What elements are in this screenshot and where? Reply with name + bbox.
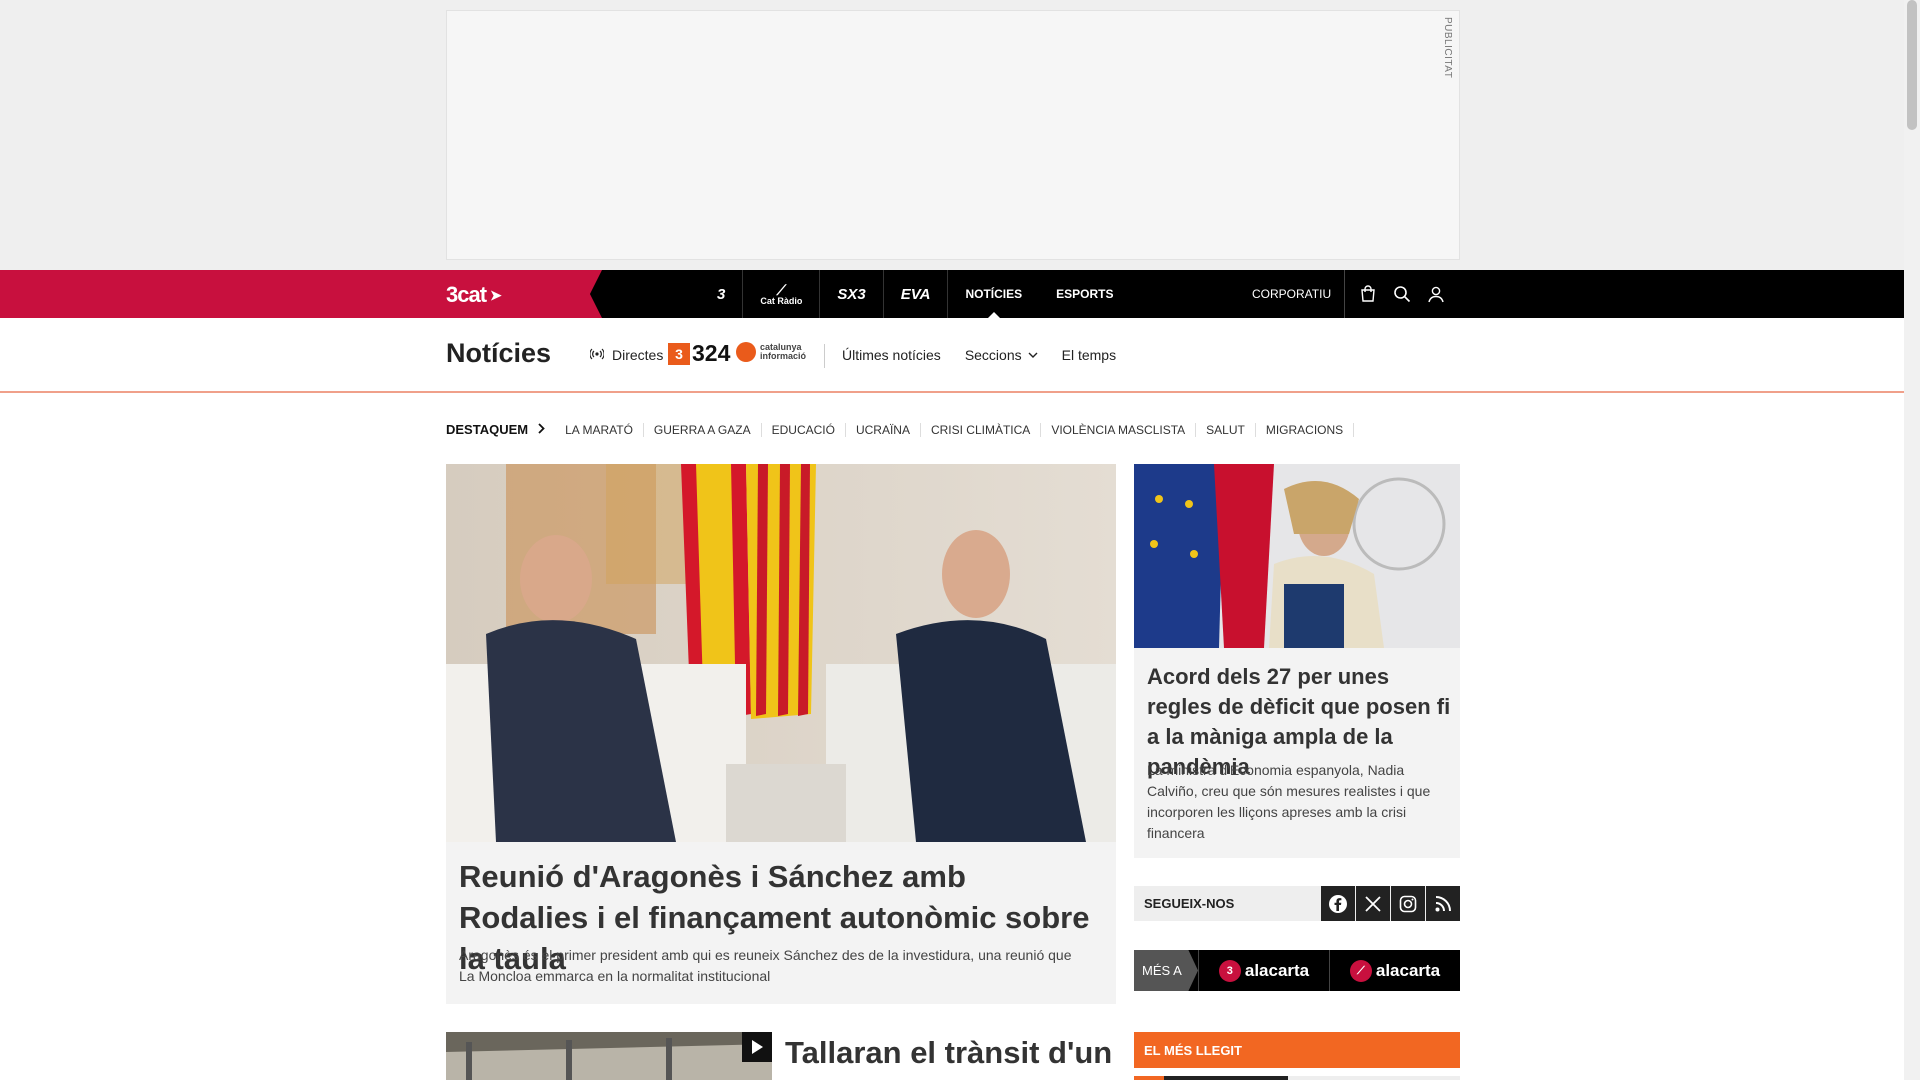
main-article-image[interactable]	[446, 464, 1116, 842]
x-icon[interactable]	[1356, 886, 1390, 921]
tag-guerra-a-gaza[interactable]: GUERRA A GAZA	[644, 422, 762, 437]
tag-crisi-climatica[interactable]: CRISI CLIMÀTICA	[921, 422, 1042, 437]
main-article-summary: Aragonès és el primer president amb qui …	[459, 947, 1072, 984]
instagram-icon[interactable]	[1391, 886, 1425, 921]
tag-migracions[interactable]: MIGRACIONS	[1256, 422, 1355, 437]
main-article-card[interactable]: Reunió d'Aragonès i Sánchez amb Rodalies…	[446, 464, 1116, 1004]
logo-catalunya-informacio[interactable]: catalunya informació	[736, 342, 816, 362]
most-read-thumb-strip	[1164, 1076, 1288, 1080]
channel-sx3-label: SX3	[837, 285, 866, 303]
catradio-icon: ⟋	[776, 281, 787, 298]
catalunya-informacio-icon	[736, 342, 756, 362]
side-article-summary: La ministra d'Economia espanyola, Nadia …	[1147, 762, 1431, 841]
tag-salut[interactable]: SALUT	[1196, 422, 1256, 437]
link-el-temps[interactable]: El temps	[1062, 347, 1116, 363]
link-ultimes-noticies[interactable]: Últimes notícies	[842, 347, 941, 363]
nav-esports-label: ESPORTS	[1056, 287, 1114, 301]
shop-icon[interactable]	[1359, 285, 1377, 303]
page: PUBLICITAT 3cat ➤ 3 ⟋ Cat Ràdio SX3 EVA …	[0, 0, 1920, 1080]
section-links: Últimes notícies Seccions El temps	[842, 347, 1116, 363]
side-article-card[interactable]: Acord dels 27 per unes regles de dèficit…	[1134, 464, 1460, 858]
catradio-alacarta-link[interactable]: ⟋ alacarta	[1329, 950, 1460, 991]
scrollbar-thumb[interactable]	[1907, 0, 1917, 130]
most-read-preview	[1134, 1076, 1460, 1080]
secondary-article-title[interactable]: Tallaran el trànsit d'un	[785, 1035, 1112, 1071]
section-title[interactable]: Notícies	[446, 338, 551, 369]
featured-label-text: DESTAQUEM	[446, 422, 529, 437]
channel-catradio-logo[interactable]: ⟋ Cat Ràdio	[743, 270, 821, 318]
channel-list: 3 ⟋ Cat Ràdio SX3 EVA NOTÍCIES ESPORTS	[700, 270, 1130, 318]
nav-esports[interactable]: ESPORTS	[1039, 270, 1130, 318]
channel-tv3-logo[interactable]: 3	[700, 270, 744, 318]
side-article-image[interactable]	[1134, 464, 1460, 648]
chevron-down-icon	[1028, 352, 1038, 358]
follow-us-bar: SEGUEIX-NOS	[1134, 886, 1460, 921]
brand-arrow-icon: ➤	[490, 286, 502, 303]
brand-logo-text: 3cat	[446, 282, 487, 307]
nav-corporatiu-label: CORPORATIU	[1252, 287, 1332, 301]
page-scrollbar[interactable]	[1904, 0, 1920, 1080]
tag-violencia-masclista[interactable]: VIOLÈNCIA MASCLISTA	[1041, 422, 1197, 437]
section-divider	[824, 344, 825, 368]
nav-noticies[interactable]: NOTÍCIES	[948, 270, 1039, 318]
featured-tags: DESTAQUEM LA MARATÓ GUERRA A GAZA EDUCAC…	[446, 422, 1355, 437]
follow-us-label: SEGUEIX-NOS	[1144, 896, 1235, 911]
more-at-label: MÉS A	[1134, 950, 1198, 991]
logo-324[interactable]: 3 324	[668, 340, 730, 367]
brand-logo[interactable]: 3cat ➤	[446, 282, 502, 308]
live-broadcast-icon	[589, 347, 605, 363]
channel-catradio-label: Cat Ràdio	[760, 295, 803, 306]
secondary-article-image[interactable]	[446, 1032, 772, 1080]
facebook-icon[interactable]	[1321, 886, 1355, 921]
channel-eva-logo[interactable]: EVA	[884, 270, 949, 318]
link-seccions-label: Seccions	[964, 347, 1022, 363]
brand-band	[0, 270, 602, 318]
play-video-button[interactable]	[742, 1032, 772, 1062]
tv3-alacarta-label: alacarta	[1244, 960, 1310, 980]
catradio-badge-icon: ⟋	[1349, 959, 1372, 982]
user-icon[interactable]	[1427, 285, 1445, 303]
tag-ucraina[interactable]: UCRAÏNA	[846, 422, 921, 437]
logo-324-mark: 3	[668, 342, 690, 365]
channel-tv3-label: 3	[717, 285, 726, 303]
most-read-header: EL MÉS LLEGIT	[1134, 1032, 1460, 1068]
toolbar-icons	[1344, 270, 1445, 318]
nav-noticies-label: NOTÍCIES	[965, 287, 1023, 301]
ad-zone: PUBLICITAT	[0, 0, 1904, 270]
search-icon[interactable]	[1393, 285, 1411, 303]
channel-sx3-logo[interactable]: SX3	[820, 270, 884, 318]
more-at-bar: MÉS A 3 alacarta ⟋ alacarta	[1134, 950, 1460, 991]
live-label: Directes	[612, 347, 664, 363]
link-seccions[interactable]: Seccions	[965, 347, 1038, 363]
tv3-badge-icon: 3	[1218, 959, 1241, 982]
logo-ci-text: catalunya informació	[760, 342, 807, 361]
tag-la-marato[interactable]: LA MARATÓ	[555, 422, 644, 437]
most-read-rank-strip	[1134, 1076, 1164, 1080]
logo-324-text: 324	[692, 340, 731, 366]
nav-corporatiu[interactable]: CORPORATIU	[1252, 270, 1331, 318]
secondary-article-card[interactable]: Tallaran el trànsit d'un	[446, 1032, 1116, 1080]
ad-banner[interactable]: PUBLICITAT	[446, 10, 1460, 260]
top-navigation: 3cat ➤ 3 ⟋ Cat Ràdio SX3 EVA NOTÍCIES ES…	[0, 270, 1904, 318]
live-link[interactable]: Directes	[589, 347, 664, 363]
section-header: Notícies Directes 3 324 catalunya inform…	[0, 318, 1904, 393]
chevron-right-icon	[538, 422, 545, 437]
featured-label[interactable]: DESTAQUEM	[446, 422, 545, 437]
catradio-alacarta-label: alacarta	[1375, 960, 1441, 980]
tv3-alacarta-link[interactable]: 3 alacarta	[1198, 950, 1329, 991]
tag-educacio[interactable]: EDUCACIÓ	[762, 422, 846, 437]
ad-label: PUBLICITAT	[1442, 17, 1453, 79]
rss-icon[interactable]	[1426, 886, 1460, 921]
channel-eva-label: EVA	[900, 285, 931, 303]
